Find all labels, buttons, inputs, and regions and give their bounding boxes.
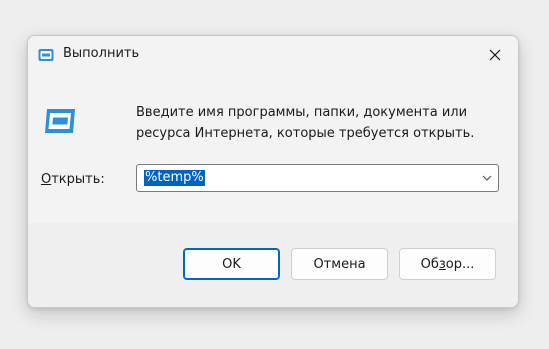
close-button[interactable] [472,36,518,74]
browse-label-post: ор... [445,256,475,272]
chevron-down-icon[interactable] [481,173,493,183]
window-title: Выполнить [63,46,140,61]
dialog-body: Введите имя программы, папки, документа … [28,74,518,223]
open-label-accelerator: О [41,172,52,187]
dialog-description: Введите имя программы, папки, документа … [136,105,475,141]
cancel-button[interactable]: Отмена [291,248,388,280]
open-label: Открыть: [41,172,105,187]
browse-button[interactable]: Об з ор... [399,248,496,280]
browse-label-pre: Об [420,256,439,272]
ok-button[interactable]: OK [183,248,280,280]
open-combobox[interactable]: %temp% [136,164,499,192]
open-label-text: ткрыть: [51,172,105,187]
run-icon [38,49,54,61]
button-bar: OK Отмена Об з ор... [28,223,518,307]
browse-label-accelerator: з [438,256,446,272]
ok-button-label: OK [222,256,241,272]
title-bar: Выполнить [28,36,518,74]
run-icon [45,109,75,133]
cancel-button-label: Отмена [313,256,366,272]
open-input[interactable]: %temp% [144,170,205,186]
close-icon [489,49,501,61]
run-dialog: Выполнить Введите имя программы, папки, … [27,35,519,308]
